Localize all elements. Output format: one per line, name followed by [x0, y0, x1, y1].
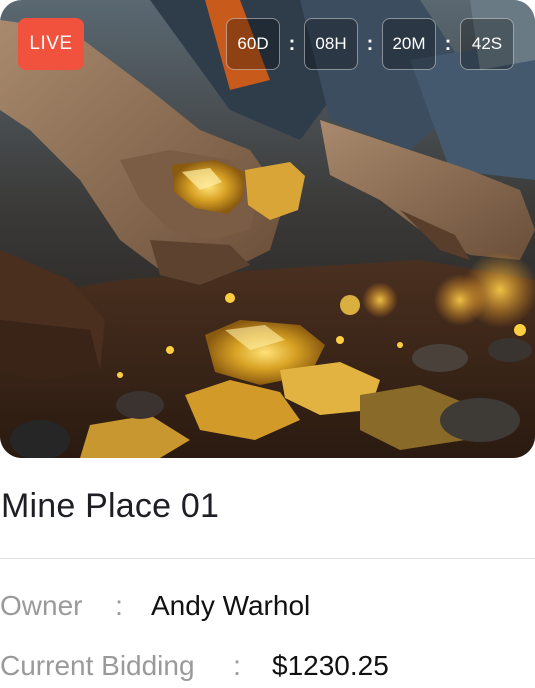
countdown-separator: : [444, 33, 452, 55]
owner-name[interactable]: Andy Warhol [151, 590, 310, 622]
bid-row: Current Bidding : $1230.25 [0, 650, 389, 682]
countdown-days: 60D [226, 18, 280, 70]
bid-colon: : [233, 650, 241, 681]
divider [0, 558, 535, 559]
countdown-minutes: 20M [382, 18, 436, 70]
countdown-hours: 08H [304, 18, 358, 70]
live-badge: LIVE [18, 18, 84, 70]
countdown-separator: : [366, 33, 374, 55]
owner-row: Owner : Andy Warhol [0, 590, 310, 622]
owner-label: Owner [0, 590, 83, 621]
countdown-separator: : [288, 33, 296, 55]
bid-amount: $1230.25 [272, 650, 389, 681]
auction-card[interactable]: LIVE 60D : 08H : 20M : 42S Mine Place 01… [0, 0, 535, 688]
owner-colon: : [115, 590, 123, 621]
countdown-seconds: 42S [460, 18, 514, 70]
bid-label: Current Bidding [0, 650, 195, 681]
card-title[interactable]: Mine Place 01 [1, 487, 219, 526]
countdown-timer: 60D : 08H : 20M : 42S [226, 18, 514, 70]
